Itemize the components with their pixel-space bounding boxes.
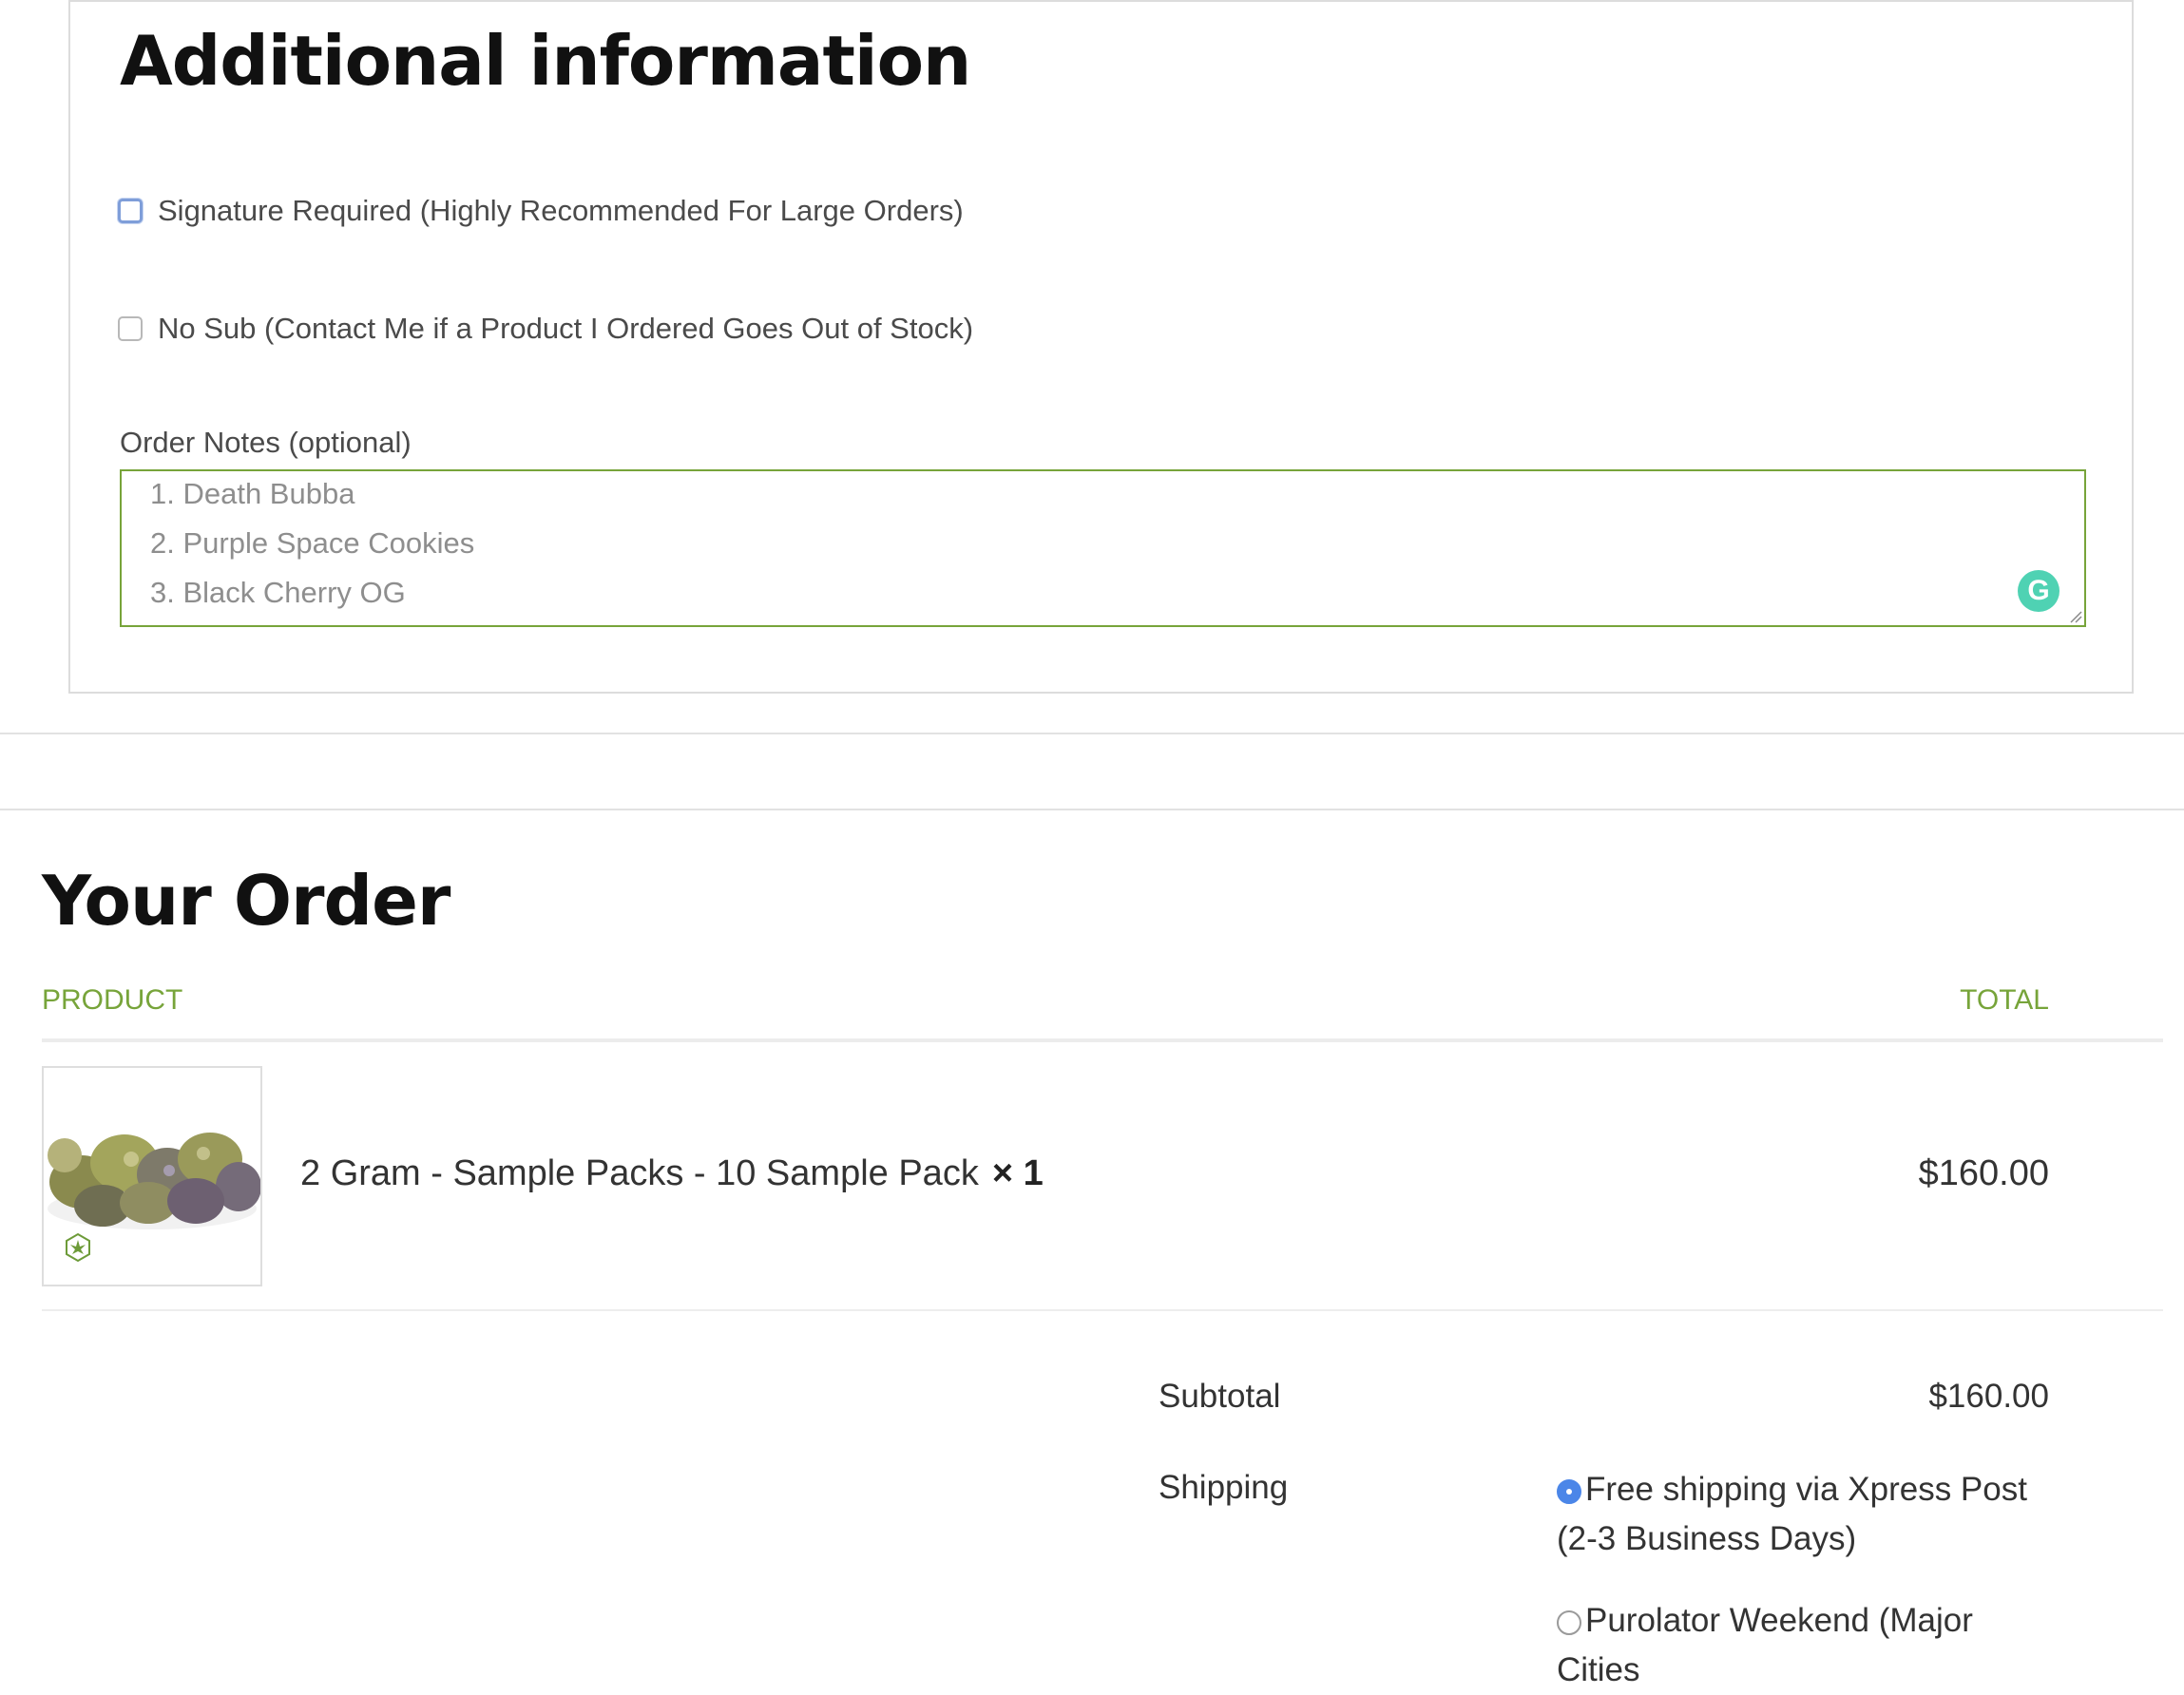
shipping-radio-selected[interactable] (1557, 1479, 1581, 1504)
subtotal-value: $160.00 (1928, 1378, 2049, 1415)
signature-required-checkbox[interactable] (118, 199, 143, 223)
signature-required-label: Signature Required (Highly Recommended F… (158, 194, 964, 227)
order-note-line: 1. Death Bubba (150, 477, 355, 510)
section-divider (0, 733, 2184, 734)
shipping-radio[interactable] (1557, 1610, 1581, 1635)
row-divider (1102, 1309, 2163, 1311)
brand-badge-icon (66, 1232, 90, 1263)
order-item-total: $160.00 (1918, 1153, 2049, 1193)
product-thumbnail[interactable] (42, 1066, 262, 1286)
row-divider (42, 1309, 1102, 1311)
no-sub-option[interactable]: No Sub (Contact Me if a Product I Ordere… (118, 310, 973, 348)
additional-info-title: Additional information (120, 21, 971, 101)
shipping-option-label: Purolator Weekend (Major Cities (1557, 1602, 1973, 1688)
shipping-option-label: Free shipping via Xpress Post (2-3 Busin… (1557, 1471, 2027, 1557)
no-sub-checkbox[interactable] (118, 316, 143, 341)
order-notes-label: Order Notes (optional) (120, 426, 412, 459)
shipping-option-xpress[interactable]: Free shipping via Xpress Post (2-3 Busin… (1557, 1465, 2051, 1564)
order-notes-textarea[interactable]: 1. Death Bubba 2. Purple Space Cookies 3… (120, 469, 2086, 627)
product-name-text: 2 Gram - Sample Packs - 10 Sample Pack (300, 1153, 979, 1193)
your-order-title: Your Order (42, 861, 450, 941)
signature-required-option[interactable]: Signature Required (Highly Recommended F… (118, 192, 964, 230)
shipping-label: Shipping (1159, 1469, 1289, 1506)
cannabis-buds-image (44, 1068, 260, 1285)
resize-handle-icon[interactable] (2069, 610, 2082, 623)
no-sub-label: No Sub (Contact Me if a Product I Ordere… (158, 312, 974, 345)
order-item-name: 2 Gram - Sample Packs - 10 Sample Pack × … (300, 1153, 1044, 1194)
shipping-option-purolator[interactable]: Purolator Weekend (Major Cities (1557, 1596, 2051, 1695)
total-column-header: TOTAL (1960, 984, 2049, 1016)
subtotal-label: Subtotal (1159, 1378, 1281, 1415)
product-column-header: PRODUCT (42, 984, 183, 1016)
grammarly-icon[interactable]: G (2018, 570, 2059, 612)
product-quantity: × 1 (991, 1153, 1044, 1193)
table-header-divider (42, 1038, 2163, 1042)
order-note-line: 3. Black Cherry OG (150, 576, 406, 609)
section-divider (0, 809, 2184, 810)
order-note-line: 2. Purple Space Cookies (150, 526, 475, 560)
